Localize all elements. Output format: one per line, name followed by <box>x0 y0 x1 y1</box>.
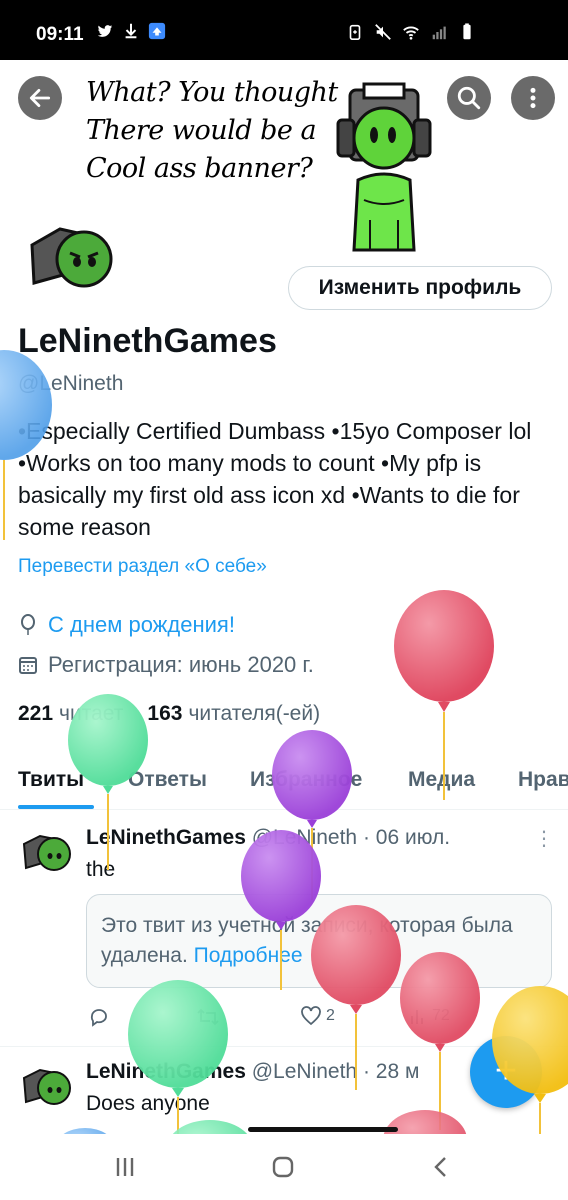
tweet-avatar[interactable] <box>20 1062 74 1108</box>
tweet-date: · 06 июл. <box>362 826 451 849</box>
back-nav-button[interactable] <box>426 1152 456 1182</box>
tweet-author-handle[interactable]: @LeNineth <box>252 826 357 849</box>
plus-icon: + <box>494 1050 518 1092</box>
scroll-indicator <box>248 1127 398 1132</box>
birthday-text[interactable]: С днем рождения! <box>48 612 235 638</box>
tweet-header: LeNinethGames @LeNineth · 28 м <box>86 1060 419 1084</box>
tab-likes[interactable]: Избранное <box>250 768 362 792</box>
tweet-actions: 2 72 <box>86 1006 486 1032</box>
tweet-author-name[interactable]: LeNinethGames <box>86 826 246 849</box>
banner-handwritten-text: What? You thought There would be a Cool … <box>86 74 338 188</box>
status-bar: 09:11 <box>0 0 568 60</box>
tab-replies[interactable]: Ответы <box>128 768 207 792</box>
banner-line: There would be a <box>86 115 317 146</box>
signal-icon <box>432 26 446 40</box>
back-button[interactable] <box>18 76 62 120</box>
app-notification-icon <box>148 22 166 40</box>
views-button[interactable]: 72 <box>408 1006 450 1026</box>
mute-icon <box>375 24 391 40</box>
status-left-icons <box>96 22 166 40</box>
recent-apps-button[interactable] <box>110 1152 140 1182</box>
search-icon <box>457 86 481 110</box>
joined-text: Регистрация: июнь 2020 г. <box>48 652 314 677</box>
quoted-tweet-text: Это твит из учетной записи, которая была… <box>101 914 513 967</box>
reply-icon <box>90 1009 107 1027</box>
twitter-bird-icon <box>97 25 113 37</box>
profile-handle: @LeNineth <box>18 372 124 395</box>
tweet-header: LeNinethGames @LeNineth · 06 июл. <box>86 826 450 850</box>
profile-tabs: Твиты Ответы Избранное Медиа Нрав <box>0 760 568 810</box>
wifi-icon <box>403 26 419 40</box>
tweet-date: · 28 м <box>362 1060 420 1083</box>
calendar-icon <box>19 657 37 674</box>
following-label[interactable]: читает <box>59 702 123 726</box>
battery-icon <box>463 23 471 40</box>
like-button[interactable]: 2 <box>300 1006 335 1026</box>
more-options-button[interactable] <box>511 76 555 120</box>
heart-icon <box>301 1006 321 1026</box>
reply-button[interactable] <box>88 1006 110 1028</box>
tweet-author-handle[interactable]: @LeNineth <box>252 1060 357 1083</box>
arrow-left-icon <box>29 89 51 107</box>
like-count: 2 <box>326 1007 335 1024</box>
profile-avatar[interactable] <box>20 215 120 295</box>
home-icon <box>272 1156 294 1178</box>
balloon-purple-top <box>272 730 352 900</box>
balloon-icon <box>21 614 35 635</box>
tweet-more-icon[interactable]: ⋮ <box>534 826 554 851</box>
status-right-icons <box>346 23 476 41</box>
tweet-author-name[interactable]: LeNinethGames <box>86 1060 246 1083</box>
retweet-button[interactable] <box>196 1006 220 1028</box>
tab-tweets[interactable]: Твиты <box>18 768 84 792</box>
birthday-row: С днем рождения! <box>18 612 235 638</box>
search-button[interactable] <box>447 76 491 120</box>
followers-count[interactable]: 163 <box>147 702 182 726</box>
recent-apps-icon <box>116 1158 134 1176</box>
download-icon <box>125 23 137 39</box>
quoted-learn-more-link[interactable]: Подробнее <box>194 944 303 967</box>
tab-more[interactable]: Нрав <box>518 768 568 792</box>
quoted-tweet-unavailable[interactable]: Это твит из учетной записи, которая была… <box>86 894 552 988</box>
status-time: 09:11 <box>36 24 84 45</box>
banner-line: What? You thought <box>86 77 338 108</box>
more-vertical-icon <box>530 87 536 109</box>
home-button[interactable] <box>268 1152 298 1182</box>
banner-character-drawing <box>336 82 432 252</box>
edit-profile-button[interactable]: Изменить профиль <box>288 266 552 310</box>
banner-line: Cool ass banner? <box>86 153 313 184</box>
view-count: 72 <box>432 1007 450 1024</box>
joined-row: Регистрация: июнь 2020 г. <box>18 652 314 678</box>
tweet-text: the <box>86 858 116 881</box>
retweet-icon <box>197 1008 219 1026</box>
tweet-text: Does anyone <box>86 1092 210 1115</box>
followers-label[interactable]: читателя(-ей) <box>188 702 320 726</box>
translate-bio-link[interactable]: Перевести раздел «О себе» <box>18 556 267 578</box>
profile-bio: •Especially Certified Dumbass •15yo Comp… <box>18 418 532 540</box>
tab-media[interactable]: Медиа <box>408 768 475 792</box>
profile-name: LeNinethGames <box>18 322 277 360</box>
chevron-left-icon <box>434 1157 446 1177</box>
tweet-avatar[interactable] <box>20 828 74 874</box>
compose-tweet-button[interactable]: + <box>470 1036 542 1108</box>
follow-stats: 221 читает 163 читателя(-ей) <box>18 702 320 726</box>
views-chart-icon <box>411 1010 423 1024</box>
active-tab-indicator <box>18 805 94 809</box>
battery-saver-icon <box>349 24 361 41</box>
following-count[interactable]: 221 <box>18 702 53 726</box>
